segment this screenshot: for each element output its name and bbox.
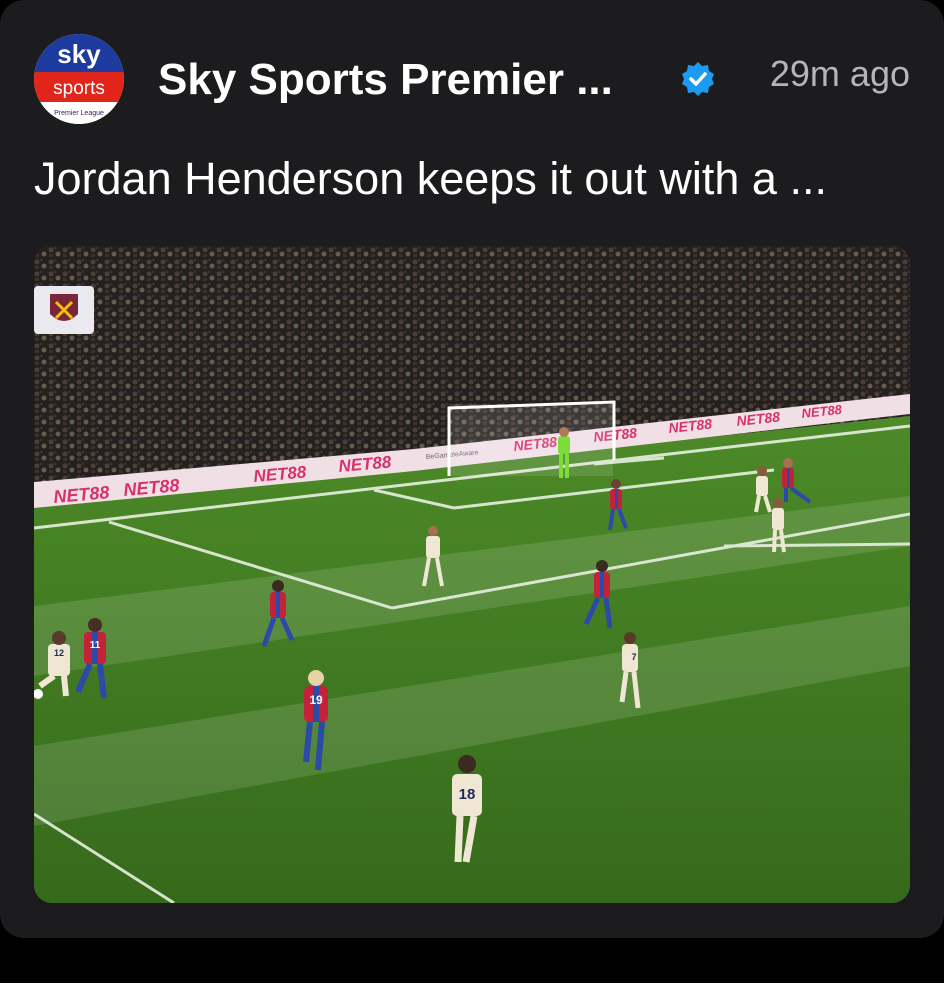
shirt-number-11: 11 [90,640,101,651]
avatar-caption-text: Premier League [54,110,104,117]
shirt-number-7: 7 [631,652,636,662]
source-name[interactable]: Sky Sports Premier ... [158,52,613,108]
post-card[interactable]: sky sports Premier League Sky Sports Pre… [0,0,944,938]
shirt-number-19: 19 [309,693,323,707]
shirt-number-18: 18 [459,786,476,803]
post-media-image[interactable]: NET88 NET88 NET88 NET88 BeGambleAware NE… [34,246,910,903]
avatar-sports-text: sports [53,78,105,99]
source-avatar[interactable]: sky sports Premier League [34,34,124,124]
match-scene: NET88 NET88 NET88 NET88 BeGambleAware NE… [34,246,910,903]
verified-badge-icon [682,62,714,96]
sky-sports-logo-icon: sky sports Premier League [34,34,124,124]
goal-frame [447,400,616,476]
avatar-sky-text: sky [57,39,101,69]
shirt-number-12: 12 [54,648,64,658]
west-ham-crest-icon [34,286,94,334]
post-headline[interactable]: Jordan Henderson keeps it out with a ... [34,150,827,208]
post-timestamp: 29m ago [769,53,910,94]
